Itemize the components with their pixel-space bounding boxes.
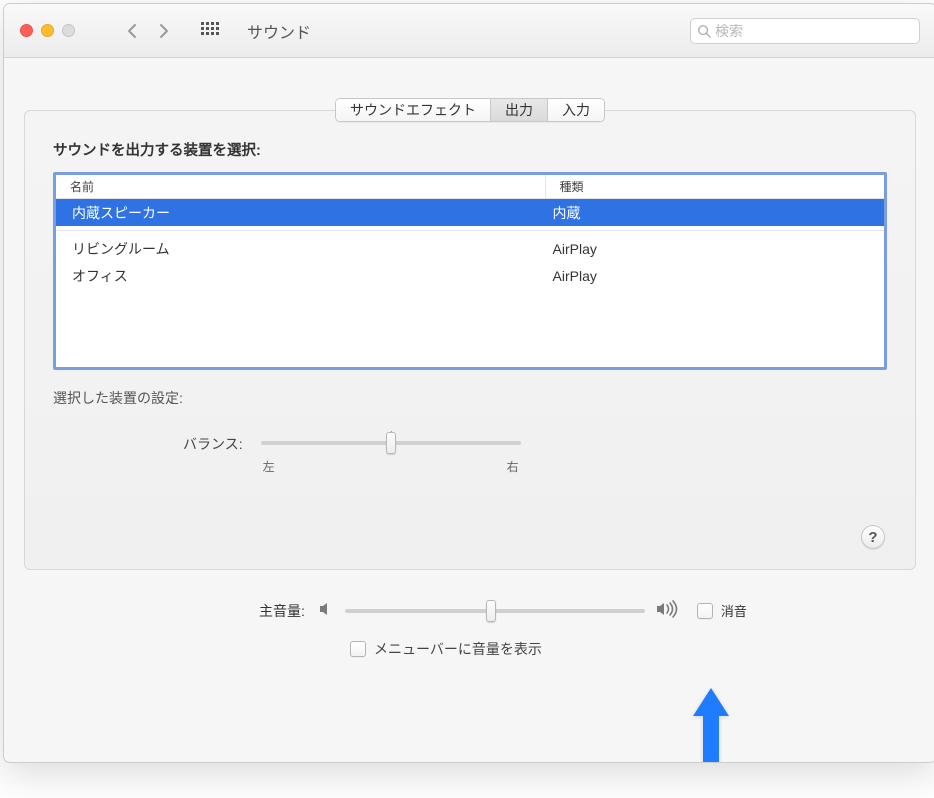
tab-output[interactable]: 出力 [491,99,548,121]
speaker-low-icon [317,600,335,621]
table-row[interactable]: オフィス AirPlay [56,262,884,289]
device-type: 内蔵 [545,203,884,223]
device-table[interactable]: 名前 種類 内蔵スピーカー 内蔵 リビングルーム AirPlay オフィス Ai… [53,172,887,370]
balance-tick-labels: 左 右 [261,458,521,475]
sound-preferences-window: サウンド サウンドエフェクト 出力 入力 サウンドを出力する装置を選択: 名前 … [3,3,934,763]
show-in-menubar-label: メニューバーに音量を表示 [374,639,542,659]
nav-arrows [117,18,179,44]
table-row[interactable]: 内蔵スピーカー 内蔵 [56,199,884,226]
help-button[interactable]: ? [861,525,885,549]
mute-label: 消音 [721,601,747,620]
table-row[interactable]: リビングルーム AirPlay [56,235,884,262]
table-header: 名前 種類 [56,175,884,199]
mute-checkbox[interactable] [697,603,713,619]
show-in-menubar-checkbox[interactable] [350,641,366,657]
device-type: AirPlay [545,241,884,257]
minimize-button[interactable] [41,24,54,37]
balance-right-label: 右 [507,458,519,475]
titlebar: サウンド [4,4,934,58]
main-volume-label: 主音量: [259,601,305,621]
column-name[interactable]: 名前 [56,175,545,198]
search-input[interactable] [715,23,913,39]
main-volume-row: 主音量: 消音 [259,600,876,621]
device-name: リビングルーム [56,239,545,259]
zoom-button [62,24,75,37]
window-controls [20,24,75,37]
bottom-controls: 主音量: 消音 [24,600,916,659]
select-device-label: サウンドを出力する装置を選択: [53,139,887,160]
output-panel: サウンドを出力する装置を選択: 名前 種類 内蔵スピーカー 内蔵 リビングルーム… [24,110,916,570]
close-button[interactable] [20,24,33,37]
balance-label: バランス: [183,434,243,454]
forward-button[interactable] [149,18,179,44]
balance-left-label: 左 [263,458,275,475]
column-type[interactable]: 種類 [545,175,884,198]
speaker-high-icon [655,600,679,621]
tab-sound-effects[interactable]: サウンドエフェクト [336,99,491,121]
row-divider [56,230,884,231]
selected-device-settings-label: 選択した装置の設定: [53,388,887,408]
slider-thumb[interactable] [386,432,396,454]
device-name: オフィス [56,266,545,286]
main-volume-slider[interactable] [345,602,645,620]
device-name: 内蔵スピーカー [56,203,545,223]
show-in-menubar-row: メニューバーに音量を表示 [350,639,876,659]
content-area: サウンドエフェクト 出力 入力 サウンドを出力する装置を選択: 名前 種類 内蔵… [4,58,934,679]
search-field[interactable] [690,18,920,44]
page-title: サウンド [247,19,311,43]
device-type: AirPlay [545,268,884,284]
back-button[interactable] [117,18,147,44]
tab-input[interactable]: 入力 [548,99,604,121]
search-icon [697,24,711,38]
balance-slider[interactable] [261,434,521,452]
show-all-button[interactable] [195,19,225,43]
callout-arrow-icon [689,684,733,763]
balance-control: バランス: 左 右 [183,434,887,475]
slider-thumb[interactable] [486,600,496,622]
